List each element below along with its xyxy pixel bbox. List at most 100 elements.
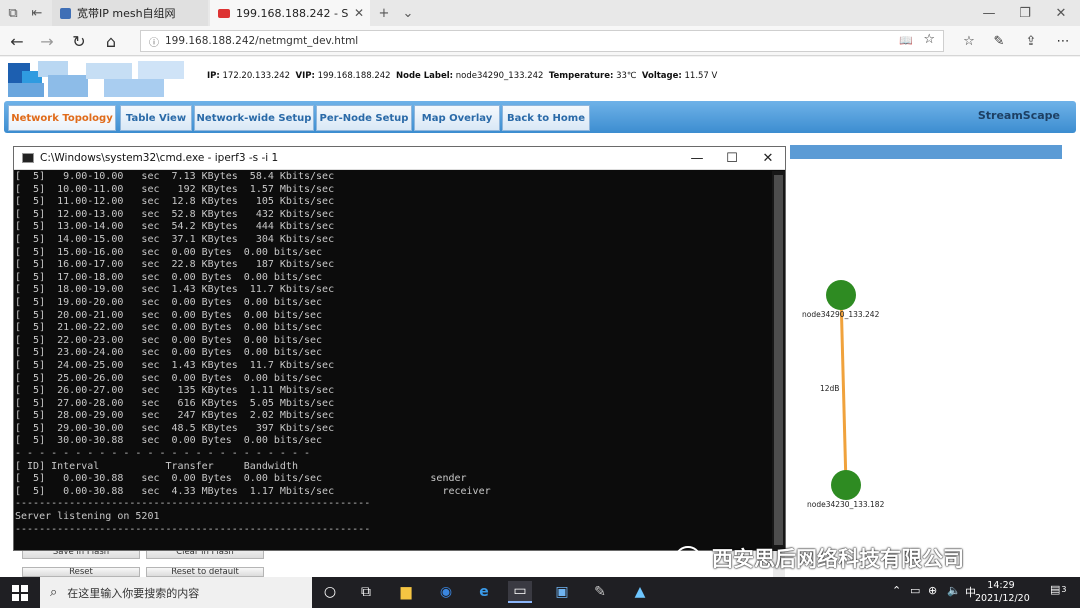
tab-actions-icon[interactable]: ⧉ [2,0,24,26]
clock-time: 14:29 [987,580,1015,591]
tab-map-overlay[interactable]: Map Overlay [414,105,500,131]
voltage-label: Voltage: [641,71,682,81]
console-line: [ 5] 29.00-30.00 sec 48.5 KBytes 397 Kbi… [15,422,335,434]
address-bar[interactable]: ⓘ 199.168.188.242/netmgmt_dev.html 📖 ☆ [140,30,944,52]
console-line: [ 5] 28.00-29.00 sec 247 KBytes 2.02 Mbi… [15,410,335,422]
console-icon [22,153,34,163]
search-icon: ⌕ [50,585,58,600]
tab-title: 199.168.188.242 - Stream [236,6,348,20]
edge-browser-icon[interactable]: e [472,581,496,603]
node-label-label: Node Label: [396,71,454,81]
set-tabs-aside-icon[interactable]: ⇤ [26,0,48,26]
taskbar-search-box[interactable]: ⌕ 在这里输入你要搜索的内容 [40,577,312,608]
voltage-value: 11.57 V [684,71,718,81]
console-line: [ 5] 21.00-22.00 sec 0.00 Bytes 0.00 bit… [15,322,323,334]
volume-icon[interactable]: 🔈 [947,584,961,597]
console-line: ----------------------------------------… [15,523,371,535]
temperature-value: 33℃ [616,71,637,81]
console-line: [ 5] 15.00-16.00 sec 0.00 Bytes 0.00 bit… [15,246,323,258]
console-scrollbar-thumb[interactable] [774,175,783,545]
device-info-bar: IP: 172.20.133.242 VIP: 199.168.188.242 … [207,71,717,81]
windows-taskbar: ⌕ 在这里输入你要搜索的内容 ○ ⧉ ▆ ◉ e ▭ ▣ ✎ ▲ ⌃ ▭ ⊕ 🔈… [0,577,1080,608]
tab-network-wide-setup[interactable]: Network-wide Setup [194,105,314,131]
taskbar-clock[interactable]: 14:29 2021/12/20 [975,579,1030,605]
console-line: [ 5] 20.00-21.00 sec 0.00 Bytes 0.00 bit… [15,309,323,321]
ip-label: IP: [207,71,220,81]
pen-notes-icon[interactable]: ✎ [988,30,1010,52]
cmd-maximize-icon[interactable]: ☐ [714,147,750,169]
console-line: [ 5] 22.00-23.00 sec 0.00 Bytes 0.00 bit… [15,334,323,346]
url-text: 199.168.188.242/netmgmt_dev.html [165,35,359,47]
refresh-icon[interactable]: ↻ [68,30,90,52]
task-view-icon[interactable]: ⧉ [354,581,378,603]
windows-start-icon[interactable] [0,577,40,608]
network-topology-graph: node34290_133.242 12dB node34230_133.182 [790,267,900,527]
console-line: [ 5] 16.00-17.00 sec 22.8 KBytes 187 Kbi… [15,259,335,271]
reading-view-icon[interactable]: 📖 [899,34,913,47]
vip-label: VIP: [295,71,315,81]
browser-toolbar: ← → ↻ ⌂ ⓘ 199.168.188.242/netmgmt_dev.ht… [0,26,1080,56]
ip-value: 172.20.133.242 [222,71,291,81]
network-icon[interactable]: ⊕ [928,584,937,597]
node-circle-1[interactable] [826,280,856,310]
console-line: [ 5] 23.00-24.00 sec 0.00 Bytes 0.00 bit… [15,347,323,359]
console-line: [ 5] 17.00-18.00 sec 0.00 Bytes 0.00 bit… [15,271,323,283]
link-line[interactable] [839,294,848,486]
favorite-star-icon[interactable]: ☆ [923,32,935,47]
reset-button[interactable]: Reset [22,567,140,577]
forward-arrow-icon[interactable]: → [36,30,58,52]
console-line: [ 5] 13.00-14.00 sec 54.2 KBytes 444 Kbi… [15,221,335,233]
paint-app-icon[interactable]: ✎ [588,581,612,603]
favorites-hub-icon[interactable]: ☆ [958,30,980,52]
info-icon[interactable]: ⓘ [149,34,159,49]
tab-list-chevron-icon[interactable]: ⌄ [397,0,419,26]
tab-back-to-home[interactable]: Back to Home [502,105,590,131]
company-logo [8,61,188,99]
link-snr-label: 12dB [820,384,840,393]
console-line: [ 5] 18.00-19.00 sec 1.43 KBytes 11.7 Kb… [15,284,335,296]
tab-favicon-icon [60,7,71,19]
action-center-icon[interactable]: ▤ 3 [1050,583,1067,596]
wechat-logo-icon [676,546,706,569]
tray-chevron-icon[interactable]: ⌃ [892,584,901,597]
cmd-window[interactable]: C:\Windows\system32\cmd.exe - iperf3 -s … [13,146,786,551]
new-tab-icon[interactable]: + [373,0,395,26]
close-tab-icon[interactable]: ✕ [354,6,364,20]
close-window-icon[interactable]: ✕ [1050,0,1072,26]
console-line: [ 5] 19.00-20.00 sec 0.00 Bytes 0.00 bit… [15,296,323,308]
console-line: ----------------------------------------… [15,498,371,510]
cmd-close-icon[interactable]: ✕ [750,147,786,169]
cmd-title: C:\Windows\system32\cmd.exe - iperf3 -s … [40,152,279,164]
console-line: [ ID] Interval Transfer Bandwidth [15,460,298,472]
browser-tab-strip: ⧉ ⇤ 宽带IP mesh自组网 199.168.188.242 - Strea… [0,0,1080,26]
tab-table-view[interactable]: Table View [120,105,192,131]
cortana-icon[interactable]: ○ [318,581,342,603]
pinned-app-icon[interactable]: ◉ [434,581,458,603]
minimize-window-icon[interactable]: — [978,0,1000,26]
cmd-minimize-icon[interactable]: — [679,147,715,169]
more-menu-icon[interactable]: ⋯ [1052,30,1074,52]
cmd-taskbar-icon[interactable]: ▭ [508,581,532,603]
browser-tab-active[interactable]: 199.168.188.242 - Stream ✕ [210,0,370,26]
share-icon[interactable]: ⇪ [1020,30,1042,52]
battery-icon[interactable]: ▭ [910,584,920,597]
reset-default-button[interactable]: Reset to default [146,567,264,577]
file-explorer-icon[interactable]: ▆ [394,581,418,603]
tab-favicon-icon [218,8,230,18]
node-label-1: node34290_133.242 [802,310,880,319]
back-arrow-icon[interactable]: ← [6,30,28,52]
temperature-label: Temperature: [548,71,614,81]
home-icon[interactable]: ⌂ [100,30,122,52]
brand-name: StreamScape [977,109,1060,122]
browser-tab[interactable]: 宽带IP mesh自组网 [52,0,208,26]
console-output[interactable]: [ 5] 9.00-10.00 sec 7.13 KBytes 58.4 Kbi… [14,171,772,551]
tab-per-node-setup[interactable]: Per-Node Setup [316,105,412,131]
console-line: - - - - - - - - - - - - - - - - - - - - … [15,448,311,460]
cmd-title-bar[interactable]: C:\Windows\system32\cmd.exe - iperf3 -s … [14,147,785,170]
tab-network-topology[interactable]: Network Topology [8,105,116,131]
restore-window-icon[interactable]: ❐ [1014,0,1036,26]
node-circle-2[interactable] [831,470,861,500]
triangle-app-icon[interactable]: ▲ [628,581,652,603]
node-label-2: node34230_133.182 [807,500,885,509]
remote-desktop-icon[interactable]: ▣ [550,581,574,603]
